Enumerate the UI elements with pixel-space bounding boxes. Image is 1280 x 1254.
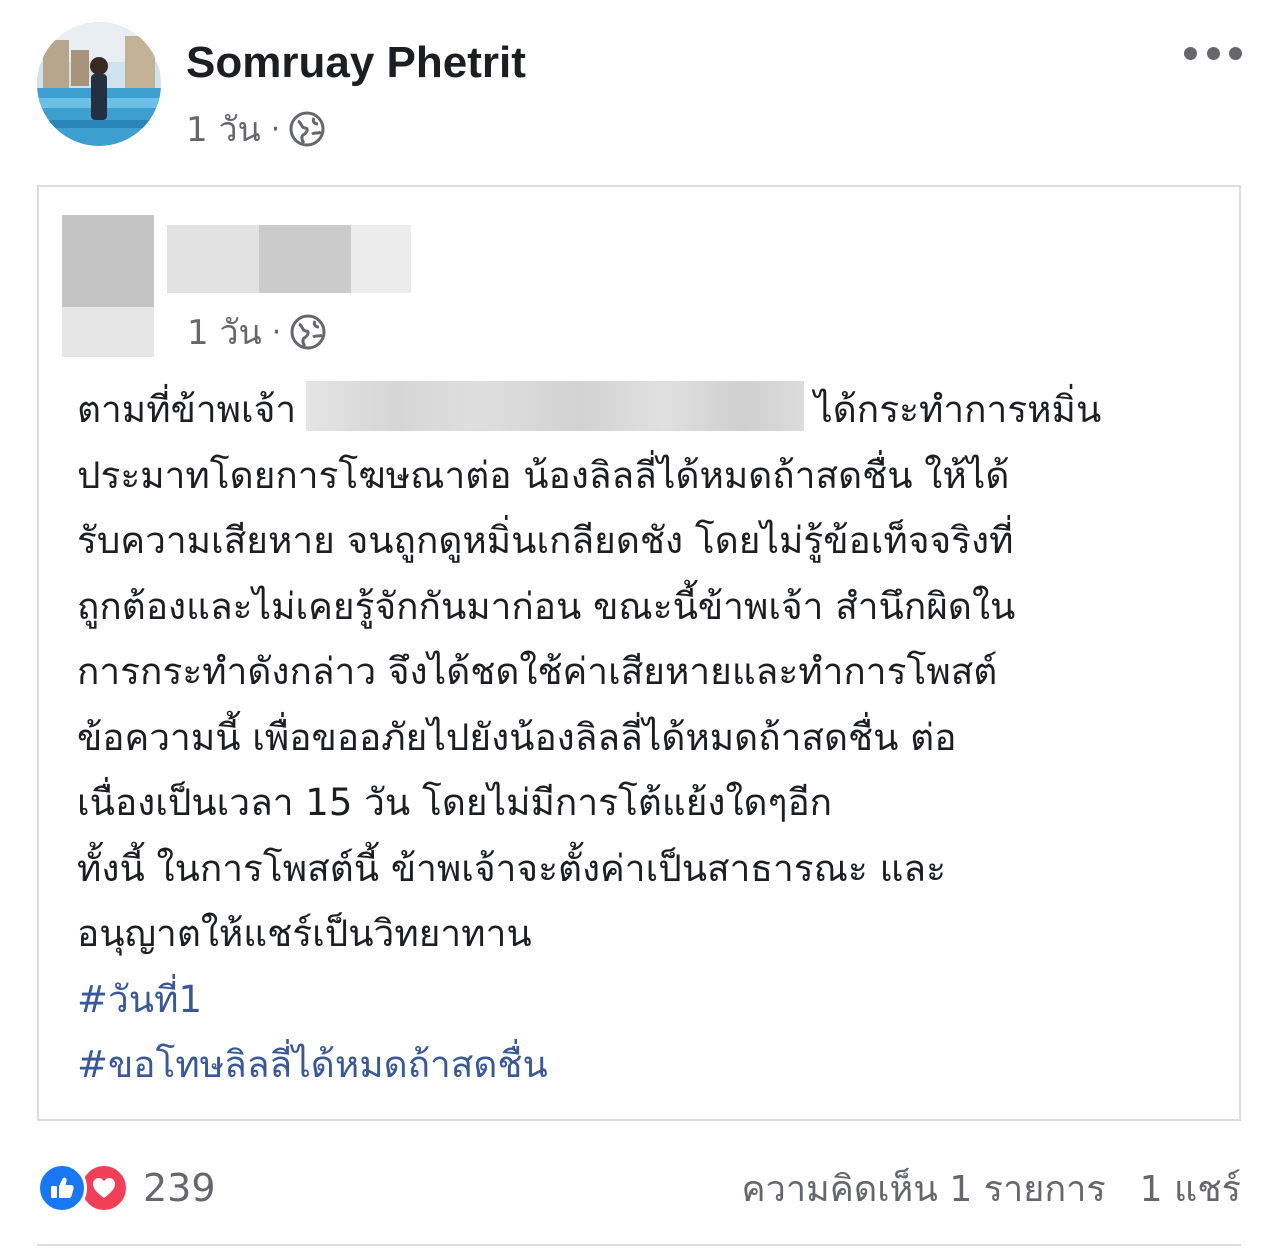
meta-separator: · <box>271 314 282 350</box>
shared-post-time[interactable]: 1 วัน <box>187 305 262 359</box>
shared-author-name-blurred[interactable] <box>167 225 411 293</box>
post-time[interactable]: 1 วัน <box>186 102 261 156</box>
meta-separator: · <box>270 111 281 147</box>
author-avatar[interactable] <box>37 22 161 146</box>
body-line: ประมาทโดยการโฆษณาต่อ น้องลิลลี่ได้หมดถ้า… <box>77 453 1010 497</box>
body-line: อนุญาตให้แชร์เป็นวิทยาทาน <box>77 912 532 955</box>
reaction-count: 239 <box>143 1166 216 1210</box>
avatar-photo <box>37 22 161 146</box>
body-line: เนื่องเป็นเวลา 15 วัน โดยไม่มีการโต้แย้ง… <box>77 781 833 824</box>
redacted-name-blur <box>306 380 805 431</box>
body-line: ทั้งนี้ ในการโพสต์นี้ ข้าพเจ้าจะตั้งค่าเ… <box>77 846 946 890</box>
shares-count-link[interactable]: 1 แชร์ <box>1140 1160 1241 1217</box>
body-line-end: ได้กระทำการหมิ่น <box>814 388 1102 431</box>
author-name[interactable]: Somruay Phetrit <box>186 38 526 88</box>
more-dot <box>1184 46 1197 60</box>
divider <box>37 1244 1241 1246</box>
post-meta: 1 วัน · <box>186 106 326 152</box>
post-header: Somruay Phetrit 1 วัน · <box>0 0 1280 170</box>
body-line: การกระทำดังกล่าว จึงได้ชดใช้ค่าเสียหายแล… <box>77 650 998 693</box>
comments-count-link[interactable]: ความคิดเห็น 1 รายการ <box>742 1160 1106 1217</box>
avatar-blur-block <box>62 307 154 357</box>
shared-author-avatar-blurred[interactable] <box>62 215 154 357</box>
body-line: ถูกต้องและไม่เคยรู้จักกันมาก่อน ขณะนี้ข้… <box>77 584 1016 628</box>
globe-icon <box>288 110 326 148</box>
post-body-text: ตามที่ข้าพเจ้า ได้กระทำการหมิ่น ประมาทโดย… <box>77 377 1217 1098</box>
post-footer: 239 ความคิดเห็น 1 รายการ 1 แชร์ <box>37 1150 1241 1230</box>
more-dot <box>1229 46 1242 60</box>
shared-post-meta: 1 วัน · <box>187 307 327 357</box>
shared-post[interactable]: 1 วัน · ตามที่ข้าพเจ้า ได้กระทำการหมิ่น ป… <box>37 185 1241 1121</box>
hashtag-link[interactable]: #วันที่1 <box>77 967 1217 1033</box>
engagement-summary: ความคิดเห็น 1 รายการ 1 แชร์ <box>742 1160 1241 1216</box>
body-line: รับความเสียหาย จนถูกดูหมิ่นเกลียดชัง โดย… <box>77 519 1014 562</box>
name-blur-block <box>259 225 351 293</box>
globe-icon <box>289 313 327 351</box>
body-line: ตามที่ข้าพเจ้า ได้กระทำการหมิ่น <box>77 377 1217 443</box>
body-line: ข้อความนี้ เพื่อขออภัยไปยังน้องลิลลี่ได้… <box>77 715 957 759</box>
avatar-blur-block <box>62 215 154 307</box>
name-blur-block <box>351 225 411 293</box>
body-line-start: ตามที่ข้าพเจ้า <box>77 388 297 431</box>
more-options-icon[interactable] <box>1184 38 1242 68</box>
more-dot <box>1206 46 1220 60</box>
reactions-summary[interactable]: 239 <box>37 1160 216 1216</box>
name-blur-block <box>167 225 259 293</box>
like-icon <box>37 1163 87 1213</box>
hashtag-link[interactable]: #ขอโทษลิลลี่ได้หมดถ้าสดชื่น <box>77 1032 1217 1098</box>
